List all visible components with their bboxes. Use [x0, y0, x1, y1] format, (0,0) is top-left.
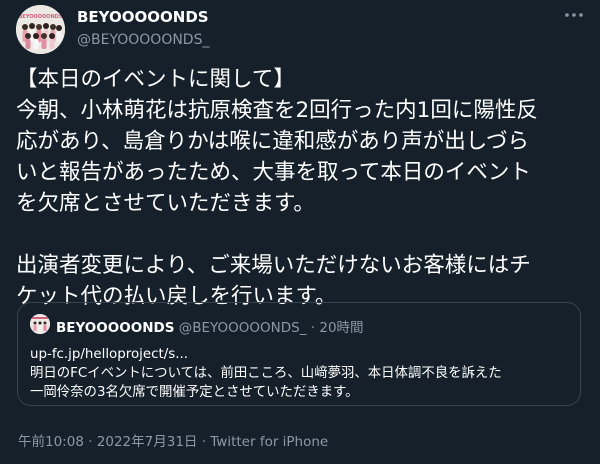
- group-photo-icon: [30, 314, 50, 334]
- tweet-text-line: いと報告があったため、大事を取って本日のイベント: [16, 160, 531, 185]
- quoted-avatar: [30, 314, 50, 334]
- tweet-text-line: を欠席とさせていただきます。: [16, 191, 315, 216]
- tweet-text: 【本日のイベントに関して】 今朝、小林萌花は抗原検査を2回行った内1回に陽性反 …: [16, 64, 588, 312]
- quoted-header: BEYOOOOONDS @BEYOOOOONDS_ · 20時間: [56, 316, 364, 336]
- tweet-timestamp[interactable]: 午前10:08 · 2022年7月31日 · Twitter for iPhon…: [18, 430, 328, 450]
- more-options-button[interactable]: [562, 6, 586, 24]
- quoted-link[interactable]: up-fc.jp/helloproject/s...: [30, 345, 570, 364]
- group-photo-icon: BEYOOOOONDS: [16, 5, 65, 54]
- quoted-text: up-fc.jp/helloproject/s... 明日のFCイベントについて…: [30, 345, 570, 402]
- tweet-text-line: 【本日のイベントに関して】: [16, 67, 295, 92]
- quoted-text-line: 一岡伶奈の3名欠席で開催予定とさせていただきます。: [30, 385, 359, 400]
- quoted-tweet[interactable]: BEYOOOOONDS @BEYOOOOONDS_ · 20時間 up-fc.j…: [17, 302, 581, 406]
- avatar[interactable]: BEYOOOOONDS: [16, 5, 65, 54]
- quoted-author-name: BEYOOOOONDS: [56, 320, 175, 336]
- quoted-text-line: 明日のFCイベントについては、前田こころ、山﨑夢羽、本日体調不良を訴えた: [30, 366, 502, 381]
- quoted-author-handle: @BEYOOOOONDS_: [178, 320, 307, 336]
- quoted-separator: ·: [310, 320, 316, 336]
- svg-text:BEYOOOOONDS: BEYOOOOONDS: [19, 14, 63, 20]
- tweet-text-line: 出演者変更により、ご来場いただけないお客様にはチ: [16, 253, 531, 278]
- ellipsis-icon: [565, 13, 583, 17]
- quoted-time: 20時間: [319, 320, 364, 336]
- author-name[interactable]: BEYOOOOONDS: [77, 8, 209, 26]
- author-handle[interactable]: @BEYOOOOONDS_: [77, 32, 209, 48]
- tweet-text-line: 応があり、島倉りかは喉に違和感があり声が出しづら: [16, 129, 529, 154]
- tweet-text-line: 今朝、小林萌花は抗原検査を2回行った内1回に陽性反: [16, 98, 538, 123]
- tweet: BEYOOOOONDS BEYOOOOONDS @BEYOOOOONDS_ 【本…: [0, 0, 600, 464]
